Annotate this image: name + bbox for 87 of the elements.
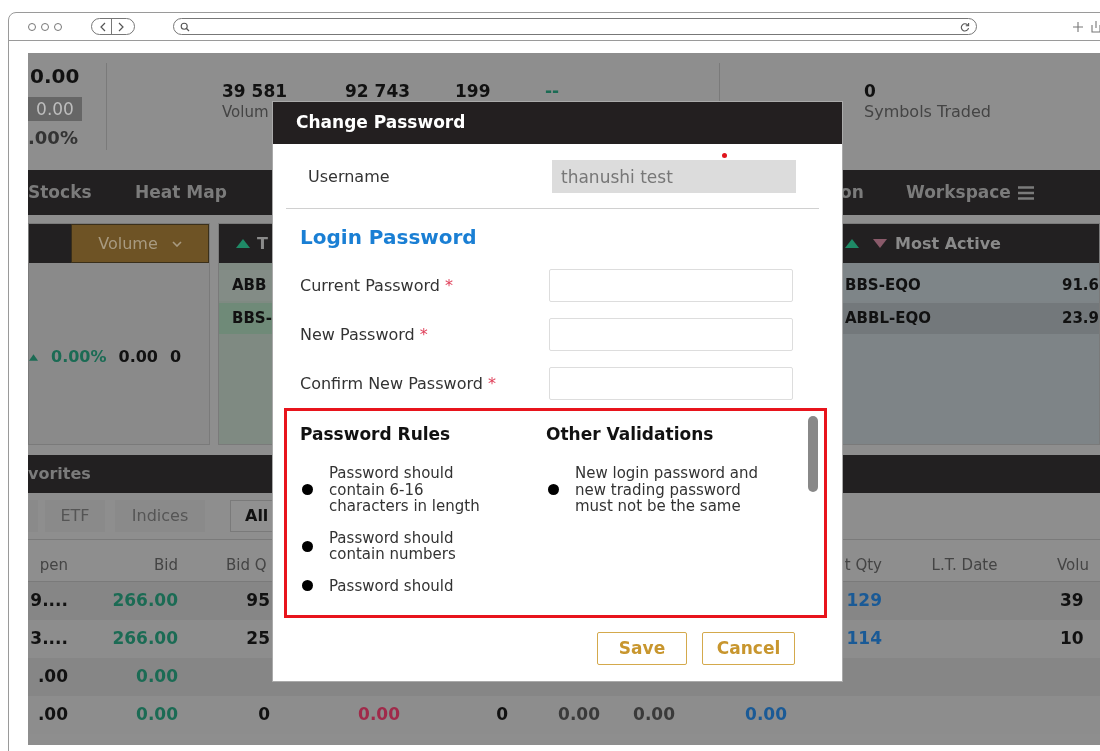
symbol-text: BBS-EQO xyxy=(845,275,921,297)
table-cell: 0.00 xyxy=(745,704,787,725)
field-label: Confirm New Password * xyxy=(300,372,497,395)
table-cell: 266.00 xyxy=(112,628,178,649)
stat-label: Volum xyxy=(222,102,269,123)
stat-value: 199 xyxy=(455,81,492,101)
column-header[interactable]: t Qty xyxy=(844,555,882,574)
field-label: Current Password * xyxy=(300,274,454,297)
table-cell: 0.00 xyxy=(558,704,600,725)
scrollbar-thumb[interactable] xyxy=(808,416,818,492)
table-cell: 0 xyxy=(258,704,270,725)
password-field[interactable] xyxy=(549,367,793,400)
index-value: 0.00 xyxy=(118,346,158,368)
last-price: 0.00 xyxy=(29,65,81,87)
column-header[interactable]: Bid xyxy=(154,555,178,574)
symbols-traded-value: 0 xyxy=(864,81,877,101)
panel-title: T xyxy=(257,232,268,255)
share-icon[interactable] xyxy=(1091,20,1100,33)
table-cell: 0.00 xyxy=(633,704,675,725)
field-label: Username xyxy=(308,165,391,188)
table-cell: 25 xyxy=(246,628,270,649)
save-button[interactable]: Save xyxy=(597,632,687,665)
cancel-button[interactable]: Cancel xyxy=(702,632,795,665)
symbol-text: ABBL-EQO xyxy=(845,308,931,330)
table-cell: .00 xyxy=(37,666,68,687)
index-value: 0 xyxy=(170,346,182,368)
table-cell: 9.... xyxy=(30,590,68,611)
menu-icon[interactable] xyxy=(1017,185,1034,200)
symbols-traded-label: Symbols Traded xyxy=(864,101,991,123)
panel-title: Most Active xyxy=(895,232,1001,255)
table-cell: 0.00 xyxy=(358,704,400,725)
column-header[interactable]: Volu xyxy=(1057,555,1089,574)
symbol-text: BBS- xyxy=(232,308,272,330)
nav-item[interactable]: Stocks xyxy=(28,181,92,202)
down-arrow-icon xyxy=(873,239,887,248)
index-value: 0.00% xyxy=(51,346,107,368)
chevron-down-icon xyxy=(171,240,182,247)
stat-value: 39 581 xyxy=(222,81,289,101)
nav-item[interactable]: Workspace xyxy=(906,179,1011,206)
section-title: Login Password xyxy=(300,225,477,249)
table-cell: 10 xyxy=(1060,628,1084,649)
table-cell: 114 xyxy=(846,628,882,649)
table-cell: 0.00 xyxy=(136,666,178,687)
table-cell: 266.00 xyxy=(112,590,178,611)
table-cell: 0.00 xyxy=(136,704,178,725)
price-text: 91.6 xyxy=(1062,275,1099,297)
column-header[interactable]: L.T. Date xyxy=(931,555,998,574)
symbol-text: ABB xyxy=(232,275,267,297)
table-cell: 0 xyxy=(496,704,508,725)
table-cell: 129 xyxy=(846,590,882,611)
price-text: 23.9 xyxy=(1062,308,1099,330)
stat-value: 92 743 xyxy=(345,81,412,101)
section-title: vorites xyxy=(28,463,91,485)
bullet-icon xyxy=(548,484,559,496)
nav-item[interactable]: Heat Map xyxy=(135,181,227,202)
bullet-icon xyxy=(302,580,313,592)
window-controls-icon[interactable] xyxy=(27,21,65,32)
field-label: New Password * xyxy=(300,323,429,346)
rule-text: Password should contain numbers xyxy=(329,529,457,563)
bullet-icon xyxy=(302,484,313,496)
reload-icon[interactable] xyxy=(960,21,970,32)
forward-icon[interactable] xyxy=(117,21,125,32)
percent-change: .00% xyxy=(28,127,79,149)
password-field[interactable] xyxy=(549,269,793,302)
stat-value: -- xyxy=(545,81,561,101)
sort-dropdown[interactable]: Volume xyxy=(71,224,209,263)
up-arrow-icon xyxy=(236,239,250,248)
password-field[interactable] xyxy=(549,318,793,351)
rules-title: Password Rules xyxy=(300,423,451,445)
rule-text: Password should xyxy=(329,577,455,594)
new-tab-icon[interactable] xyxy=(1073,21,1083,32)
change-value: 0.00 xyxy=(28,97,82,121)
bullet-icon xyxy=(302,540,313,552)
rule-text: Password should contain 6-16 characters in length xyxy=(329,465,481,515)
column-header[interactable]: pen xyxy=(39,555,68,574)
table-cell: 3.... xyxy=(30,628,68,649)
table-cell: 95 xyxy=(246,590,270,611)
search-icon xyxy=(180,21,190,32)
up-arrow-icon xyxy=(845,239,859,248)
rules-title: Other Validations xyxy=(546,423,714,445)
up-arrow-icon xyxy=(29,353,38,361)
back-icon[interactable] xyxy=(99,21,107,32)
table-cell: 39 xyxy=(1060,590,1084,611)
table-cell: .00 xyxy=(37,704,68,725)
dialog-title: Change Password xyxy=(296,111,466,135)
rule-text: New login password and new trading password must not be the same xyxy=(575,465,759,515)
column-header[interactable]: Bid Q xyxy=(226,555,267,574)
